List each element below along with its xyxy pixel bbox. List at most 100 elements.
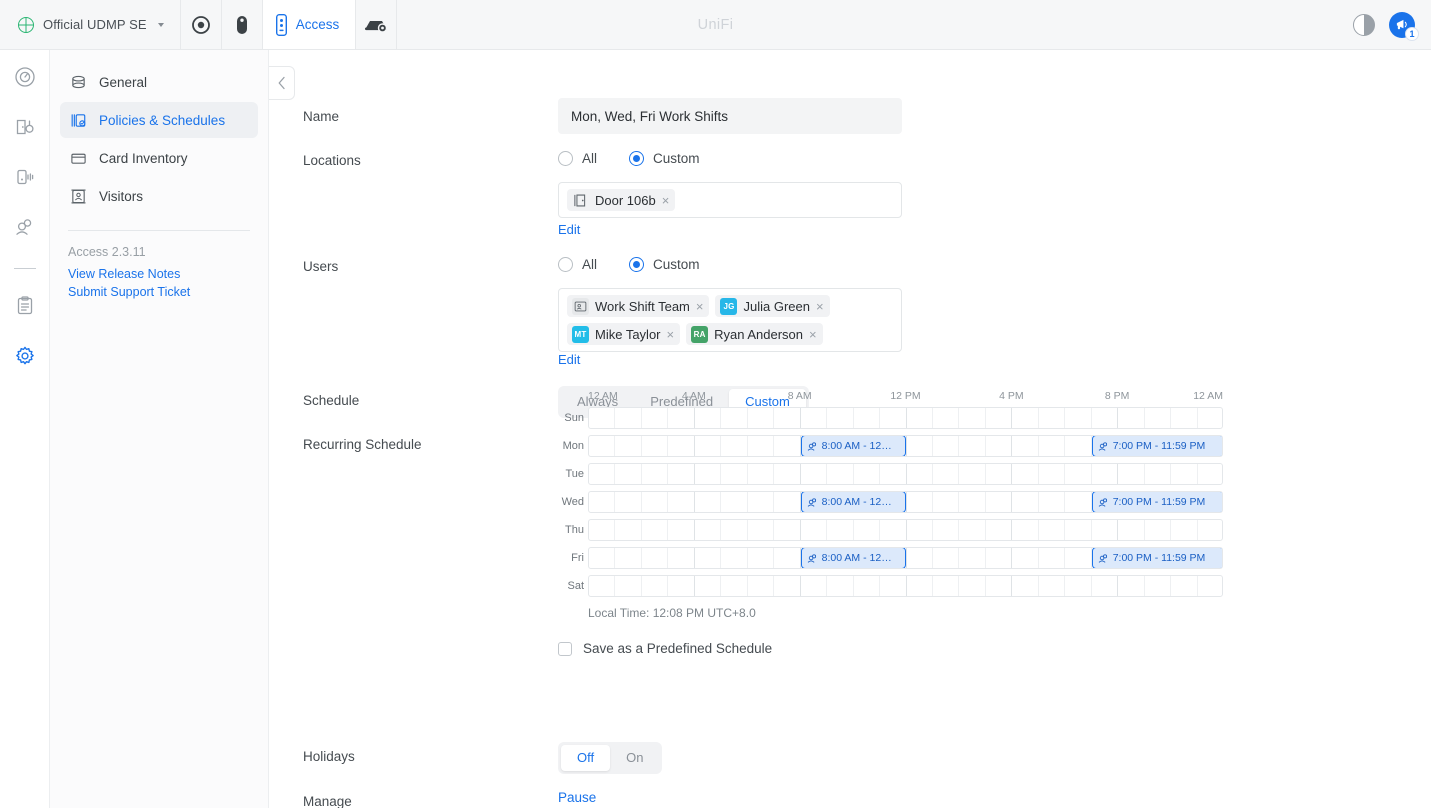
sidebar-item-visitors-label: Visitors [99, 188, 144, 204]
day-track[interactable] [588, 463, 1223, 485]
users-mode-custom[interactable]: Custom [629, 257, 700, 272]
rail-item-logs[interactable] [10, 293, 40, 323]
chip-user-group-label: Work Shift Team [595, 298, 690, 314]
schedule-block[interactable]: 8:00 AM - 12… [800, 548, 907, 568]
schedule-block-label: 7:00 PM - 11:59 PM [1112, 552, 1206, 564]
chip-remove-icon[interactable]: × [667, 328, 675, 341]
rail-divider [13, 268, 36, 269]
sidebar-item-policies-schedules[interactable]: Policies & Schedules [60, 102, 258, 138]
day-label: Mon [562, 440, 584, 452]
day-track[interactable]: 8:00 AM - 12… 7:00 PM - 11:59 PM [588, 491, 1223, 513]
radio-locations-all [558, 151, 573, 166]
access-version: Access 2.3.11 [68, 245, 146, 259]
rail-item-readers[interactable] [10, 164, 40, 194]
locations-mode-radios: All Custom [558, 151, 700, 166]
save-predefined-row[interactable]: Save as a Predefined Schedule [558, 641, 772, 656]
schedule-row-wed[interactable]: Wed 8:00 AM - 12… 7:00 PM - 11:59 PM [562, 488, 1223, 516]
chip-remove-icon[interactable]: × [662, 194, 670, 207]
schedule-block[interactable]: 7:00 PM - 11:59 PM [1091, 436, 1222, 456]
view-release-notes-link[interactable]: View Release Notes [60, 265, 258, 283]
topbar-right-actions: 1 [1353, 0, 1431, 49]
users-icon [807, 441, 818, 452]
schedule-time-axis: 12 AM 4 AM 8 AM 12 PM 4 PM 8 PM 12 AM [588, 390, 1223, 404]
hour-gridline [589, 576, 1198, 596]
save-predefined-label: Save as a Predefined Schedule [583, 641, 773, 656]
day-track[interactable]: 8:00 AM - 12… 7:00 PM - 11:59 PM [588, 547, 1223, 569]
chip-user-group[interactable]: Work Shift Team × [567, 295, 710, 317]
console-selector[interactable]: Official UDMP SE [0, 0, 181, 49]
name-input[interactable]: Mon, Wed, Fri Work Shifts [558, 98, 902, 134]
chip-remove-icon[interactable]: × [816, 300, 824, 313]
axis-tick: 8 AM [787, 390, 812, 402]
users-icon [1098, 441, 1109, 452]
users-icon [1098, 497, 1109, 508]
rail-item-dashboard[interactable] [10, 64, 40, 94]
rail-item-doors[interactable] [10, 114, 40, 144]
day-track[interactable]: 8:00 AM - 12… 7:00 PM - 11:59 PM [588, 435, 1223, 457]
dashboard-icon [14, 66, 36, 93]
users-mode-all[interactable]: All [558, 257, 597, 272]
chip-location[interactable]: Door 106b × [567, 189, 676, 211]
submit-support-ticket-link[interactable]: Submit Support Ticket [60, 283, 258, 301]
logs-icon [14, 295, 36, 322]
sidebar-item-card-inventory-label: Card Inventory [99, 150, 188, 166]
policies-icon [70, 112, 87, 129]
sidebar-item-visitors[interactable]: Visitors [60, 178, 258, 214]
sidebar-item-card-inventory[interactable]: Card Inventory [60, 140, 258, 176]
schedule-block[interactable]: 7:00 PM - 11:59 PM [1091, 492, 1222, 512]
save-predefined-checkbox[interactable] [558, 641, 572, 656]
chip-remove-icon[interactable]: × [809, 328, 817, 341]
top-bar: Official UDMP SE Access 1 [0, 0, 1431, 50]
holidays-on-option[interactable]: On [610, 745, 659, 771]
access-reader-icon [275, 13, 287, 36]
schedule-row-fri[interactable]: Fri 8:00 AM - 12… 7:00 PM - 11:59 PM [571, 544, 1223, 572]
rail-item-users[interactable] [10, 214, 40, 244]
chip-user-mike-taylor[interactable]: MT Mike Taylor × [567, 323, 681, 345]
day-track[interactable] [588, 407, 1223, 429]
schedule-row-thu[interactable]: Thu [565, 516, 1223, 544]
chip-user-julia-green-label: Julia Green [743, 298, 810, 314]
schedule-row-tue[interactable]: Tue [565, 460, 1223, 488]
chip-user-julia-green[interactable]: JG Julia Green × [715, 295, 830, 317]
globe-icon [18, 16, 34, 33]
sidebar-item-general[interactable]: General [60, 64, 258, 100]
chip-user-ryan-anderson[interactable]: RA Ryan Anderson × [686, 323, 823, 345]
app-tab-talk[interactable] [222, 0, 263, 49]
schedule-block[interactable]: 7:00 PM - 11:59 PM [1091, 548, 1222, 568]
schedule-row-sun[interactable]: Sun [564, 404, 1223, 432]
reader-icon [14, 166, 36, 193]
schedule-row-sat[interactable]: Sat [567, 572, 1223, 600]
notification-badge: 1 [1405, 26, 1419, 41]
users-chip-box[interactable]: Work Shift Team × JG Julia Green × MT Mi… [558, 288, 902, 352]
app-tab-protect[interactable] [181, 0, 222, 49]
day-track[interactable] [588, 575, 1223, 597]
rail-item-settings[interactable] [10, 343, 40, 373]
users-icon [14, 216, 36, 243]
app-tab-access[interactable]: Access [262, 0, 357, 49]
sidebar-item-policies-schedules-label: Policies & Schedules [99, 112, 226, 128]
card-icon [70, 150, 87, 167]
theme-toggle-icon[interactable] [1353, 13, 1375, 36]
locations-mode-all[interactable]: All [558, 151, 597, 166]
settings-gear-icon [14, 345, 36, 372]
locations-chip-box[interactable]: Door 106b × [558, 182, 902, 218]
holidays-off-option[interactable]: Off [561, 745, 611, 771]
schedule-day-rows: Sun Mon 8:00 AM - 12… 7:00 PM - 11:59 PM Tue… [562, 404, 1223, 600]
app-tab-connect[interactable] [356, 0, 398, 49]
schedule-block[interactable]: 8:00 AM - 12… [800, 436, 907, 456]
announcements-button[interactable]: 1 [1389, 11, 1419, 41]
schedule-row-mon[interactable]: Mon 8:00 AM - 12… 7:00 PM - 11:59 PM [563, 432, 1223, 460]
schedule-block[interactable]: 8:00 AM - 12… [800, 492, 907, 512]
locations-edit-link[interactable]: Edit [558, 222, 580, 237]
locations-chips: Door 106b × [558, 182, 902, 218]
pause-link[interactable]: Pause [558, 790, 596, 805]
chip-remove-icon[interactable]: × [696, 300, 704, 313]
axis-tick: 12 PM [890, 390, 921, 402]
console-name: Official UDMP SE [43, 17, 147, 32]
collapse-panel-button[interactable] [269, 66, 295, 100]
day-track[interactable] [588, 519, 1223, 541]
locations-mode-custom[interactable]: Custom [629, 151, 700, 166]
holidays-label: Holidays [303, 749, 355, 764]
recurring-schedule-grid[interactable]: 12 AM 4 AM 8 AM 12 PM 4 PM 8 PM 12 AM Sun Mon 8:… [558, 390, 1223, 620]
users-edit-link[interactable]: Edit [558, 352, 580, 367]
